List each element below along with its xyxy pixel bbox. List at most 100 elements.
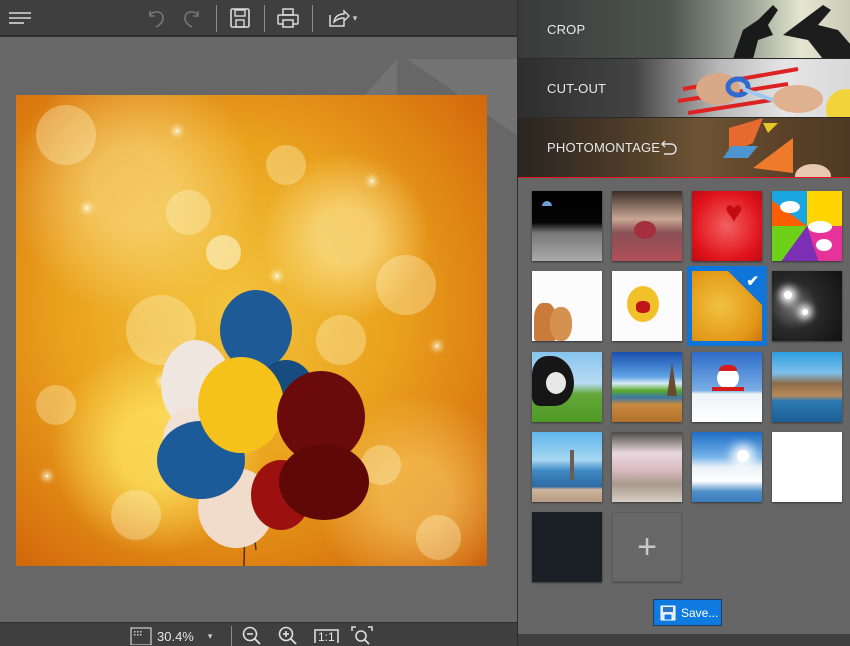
toolbar-divider <box>216 5 217 32</box>
background-thumb-cow-meadow[interactable] <box>532 352 602 422</box>
share-icon <box>328 9 350 27</box>
sparkle <box>86 207 88 209</box>
save-button[interactable]: Save... <box>653 599 722 626</box>
bokeh-light <box>266 145 306 185</box>
background-thumb-moon-surface[interactable] <box>532 191 602 261</box>
print-button[interactable] <box>274 4 302 32</box>
heart-tree-crown <box>634 221 656 239</box>
cow-patch <box>546 372 566 394</box>
background-thumb-pets-white[interactable] <box>532 271 602 341</box>
zoom-in-icon <box>278 626 297 645</box>
section-crop[interactable]: CROP <box>518 0 850 59</box>
zoom-fit-icon <box>351 626 373 645</box>
eiffel-tower-shape <box>667 362 677 396</box>
sparkle <box>276 275 278 277</box>
speech-bubble <box>808 221 832 233</box>
undo-button[interactable] <box>143 4 169 32</box>
print-icon <box>277 8 299 28</box>
background-thumb-eiffel-tower-deck[interactable] <box>612 352 682 422</box>
section-label: CROP <box>547 22 586 37</box>
sparkle <box>371 180 373 182</box>
section-label: PHOTOMONTAGE <box>547 140 661 155</box>
status-bar: 30.4% ▾ 1:1 <box>0 622 517 646</box>
bokeh-light <box>376 255 436 315</box>
snowman-hat <box>719 365 737 371</box>
canvas-area[interactable] <box>0 39 517 622</box>
background-thumb-yellow-monster[interactable] <box>612 271 682 341</box>
zoom-in-button[interactable] <box>278 626 298 646</box>
sparkle <box>46 475 48 477</box>
share-dropdown-caret[interactable]: ▾ <box>353 13 358 24</box>
bokeh-light <box>416 515 461 560</box>
zoom-selector[interactable]: 30.4% ▾ <box>130 626 212 646</box>
background-thumb-paparazzi-flashes[interactable] <box>772 271 842 341</box>
background-thumb-i-love-red[interactable]: ♥ <box>692 191 762 261</box>
pet-shape <box>550 307 572 341</box>
scissors-kid-image <box>678 67 850 117</box>
editor-area: ▾ 30.4% ▾ 1:1 <box>0 0 517 646</box>
monster-mouth <box>636 301 650 313</box>
top-toolbar: ▾ <box>0 0 517 37</box>
campanile-shape <box>570 450 574 480</box>
speech-bubble <box>780 201 800 213</box>
zoom-dropdown-caret[interactable]: ▾ <box>208 631 213 642</box>
sparkle <box>436 345 438 347</box>
bokeh-light <box>111 490 161 540</box>
background-thumb-golden-bokeh[interactable]: ✔ <box>687 266 767 346</box>
background-thumb-heart-tree[interactable] <box>612 191 682 261</box>
share-button[interactable]: ▾ <box>322 4 362 32</box>
heart-symbol: ♥ <box>725 196 743 229</box>
zoom-area-icon <box>130 627 152 645</box>
flash-light <box>802 309 808 315</box>
balloon-bunch <box>157 290 369 566</box>
bokeh-light <box>206 235 241 270</box>
plus-icon: + <box>637 528 657 566</box>
actual-size-label: 1:1 <box>318 630 335 644</box>
actual-size-button[interactable]: 1:1 <box>314 629 339 644</box>
statusbar-divider <box>231 626 232 646</box>
undo-icon <box>149 11 164 28</box>
checkmark-icon: ✔ <box>746 273 759 290</box>
save-button-label: Save... <box>681 605 719 620</box>
background-thumb-cherry-blossom-path[interactable] <box>612 432 682 502</box>
section-label: CUT-OUT <box>547 81 607 96</box>
snowman-scarf <box>712 387 744 391</box>
canvas-photo[interactable] <box>16 95 487 566</box>
toolbar-divider <box>312 5 313 32</box>
redo-button[interactable] <box>179 4 205 32</box>
speech-bubble <box>816 239 832 251</box>
hamburger-menu-icon <box>9 12 31 24</box>
bokeh-light <box>36 105 96 165</box>
toolbar-divider <box>264 5 265 32</box>
bokeh-light <box>36 385 76 425</box>
menu-button[interactable] <box>6 4 34 32</box>
framing-hands-image <box>733 5 850 58</box>
background-thumb-city-skyline[interactable] <box>772 352 842 422</box>
add-background-button[interactable]: + <box>612 512 682 582</box>
tangram-image <box>723 118 831 177</box>
flash-light <box>784 291 792 299</box>
background-thumb-plain-white[interactable] <box>772 432 842 502</box>
background-thumb-dark-texture[interactable] <box>532 512 602 582</box>
background-thumb-comic-speech-bubbles[interactable] <box>772 191 842 261</box>
background-thumb-snowman[interactable] <box>692 352 762 422</box>
background-thumb-venice-gondolas[interactable] <box>532 432 602 502</box>
fit-to-window-button[interactable] <box>351 626 373 646</box>
panel-footer <box>518 634 850 646</box>
bokeh-light <box>166 190 211 235</box>
save-toolbar-button[interactable] <box>227 4 253 32</box>
section-cut-out[interactable]: CUT-OUT <box>518 59 850 118</box>
save-icon <box>660 605 676 620</box>
section-photomontage[interactable]: PHOTOMONTAGE <box>518 118 850 178</box>
zoom-out-icon <box>242 626 261 645</box>
sparkle <box>176 130 178 132</box>
save-icon <box>230 8 250 28</box>
background-thumb-winter-forest[interactable] <box>692 432 762 502</box>
earth-shape <box>542 201 552 206</box>
sun-glow <box>737 450 749 462</box>
zoom-out-button[interactable] <box>242 626 262 646</box>
reset-icon[interactable] <box>660 139 678 157</box>
photo-editor-app: ▾ 30.4% ▾ 1:1 CROP CUT-OUT PHOTOMONTAGE … <box>0 0 850 646</box>
redo-icon <box>184 11 199 28</box>
right-panel: CROP CUT-OUT PHOTOMONTAGE ♥ ✔ + Save... <box>517 0 850 646</box>
